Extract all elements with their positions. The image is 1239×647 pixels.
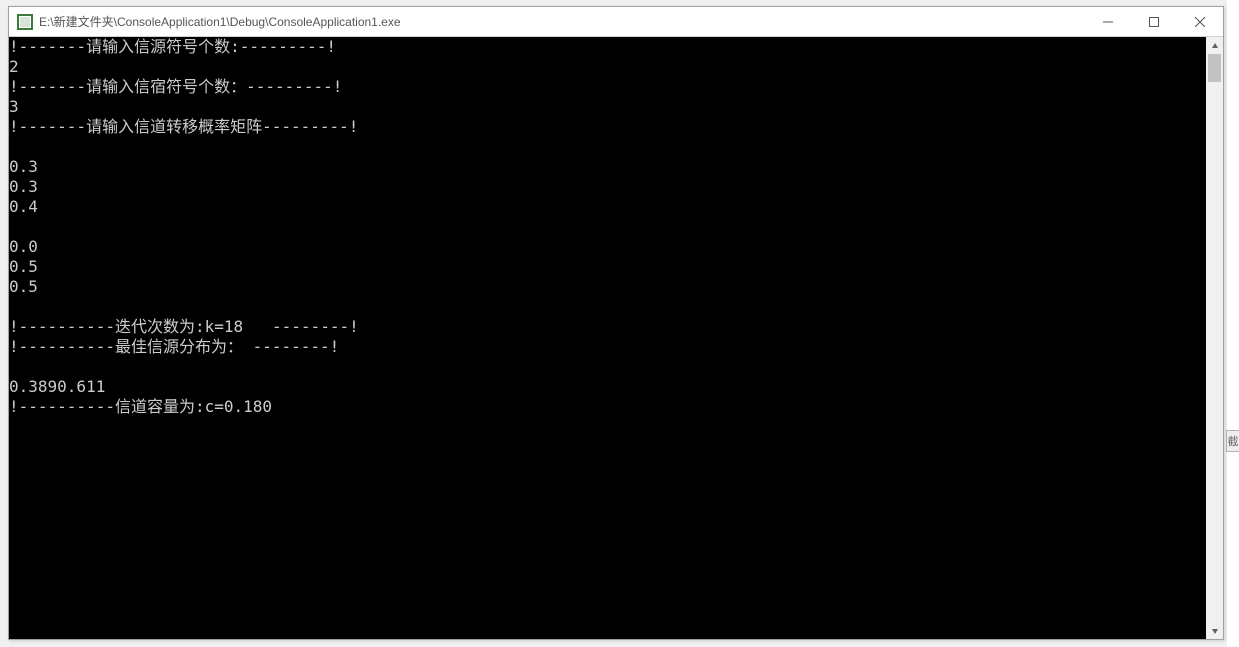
snip-tool-handle[interactable]: 截 — [1226, 430, 1239, 452]
vertical-scrollbar[interactable] — [1206, 37, 1223, 639]
scroll-thumb[interactable] — [1208, 54, 1221, 82]
window-title: E:\新建文件夹\ConsoleApplication1\Debug\Conso… — [39, 13, 1085, 30]
close-button[interactable] — [1177, 7, 1223, 36]
console-output[interactable]: !-------请输入信源符号个数:---------! 2 !-------请… — [9, 37, 1206, 639]
window-controls — [1085, 7, 1223, 36]
app-icon — [17, 14, 33, 30]
page-right-margin — [1227, 0, 1239, 647]
client-area: !-------请输入信源符号个数:---------! 2 !-------请… — [9, 37, 1223, 639]
snip-label: 截 — [1228, 433, 1239, 449]
scroll-down-button[interactable] — [1206, 622, 1223, 639]
minimize-button[interactable] — [1085, 7, 1131, 36]
maximize-button[interactable] — [1131, 7, 1177, 36]
scroll-track[interactable] — [1206, 54, 1223, 622]
titlebar[interactable]: E:\新建文件夹\ConsoleApplication1\Debug\Conso… — [9, 7, 1223, 37]
console-window: E:\新建文件夹\ConsoleApplication1\Debug\Conso… — [8, 6, 1224, 640]
scroll-up-button[interactable] — [1206, 37, 1223, 54]
